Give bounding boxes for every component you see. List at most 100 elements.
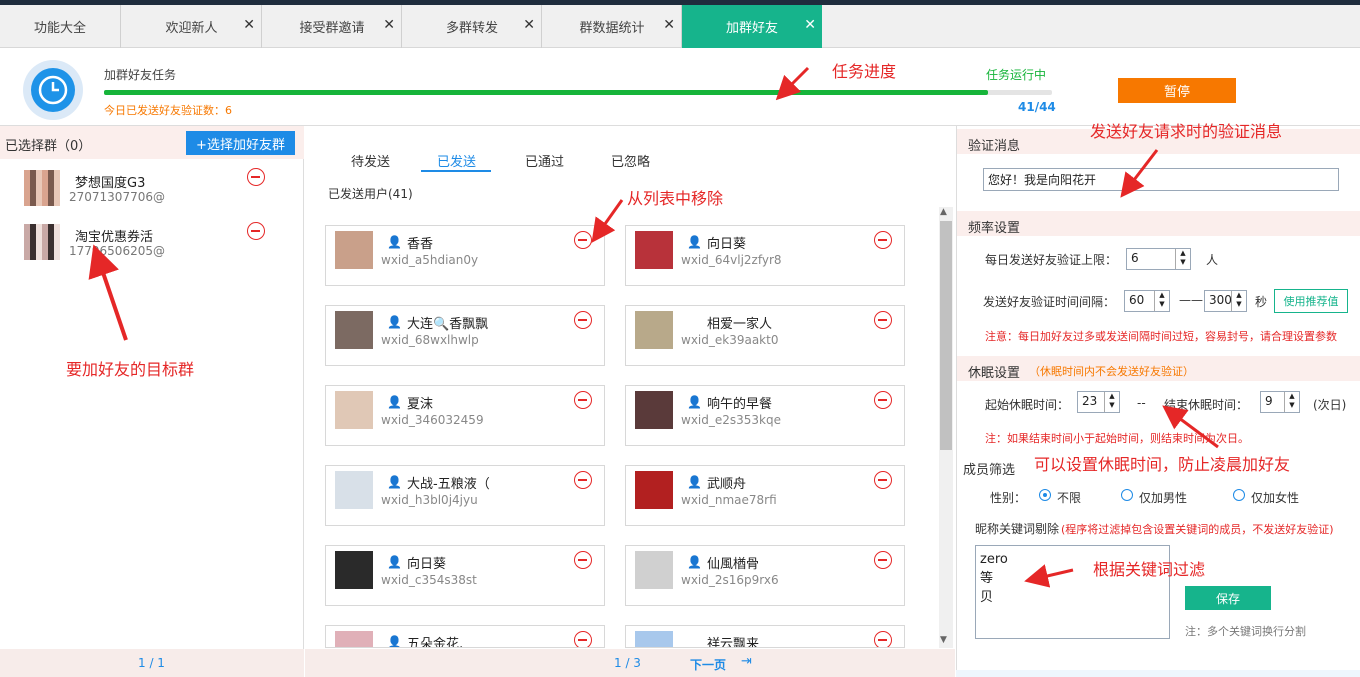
user-card[interactable]: 👤 香香 wxid_a5hdian0y bbox=[325, 225, 605, 286]
user-card[interactable]: 👤 夏沫 wxid_346032459 bbox=[325, 385, 605, 446]
sleep-title: 休眠设置 bbox=[968, 366, 1021, 381]
remove-user-icon[interactable] bbox=[874, 231, 892, 249]
tab-ignored[interactable]: 已忽略 bbox=[611, 151, 650, 170]
user-card[interactable]: 👤 武顺舟 wxid_nmae78rfi bbox=[625, 465, 905, 526]
save-button[interactable]: 保存 bbox=[1185, 586, 1271, 610]
user-card[interactable]: 👤 向日葵 wxid_c354s38st bbox=[325, 545, 605, 606]
user-wxid: wxid_346032459 bbox=[381, 413, 484, 427]
progress-text: 41/44 bbox=[1018, 100, 1056, 114]
group-item[interactable]: 淘宝优惠券活 17796506205@ bbox=[0, 222, 304, 274]
stepper-arrows-icon[interactable]: ▲ ▼ bbox=[1154, 291, 1169, 311]
tab-group-stats[interactable]: 群数据统计 ✕ bbox=[543, 5, 682, 48]
user-card[interactable]: 👤 仙風楢骨 wxid_2s16p9rx6 bbox=[625, 545, 905, 606]
next-page-link[interactable]: 下一页 bbox=[690, 656, 726, 673]
remove-user-icon[interactable] bbox=[874, 471, 892, 489]
close-icon[interactable]: ✕ bbox=[383, 17, 395, 33]
gender-male-label: 仅加男性 bbox=[1139, 491, 1188, 505]
stepper-arrows-icon[interactable]: ▲ ▼ bbox=[1104, 392, 1119, 412]
tab-label: 加群好友 bbox=[725, 21, 778, 36]
remove-user-icon[interactable] bbox=[574, 231, 592, 249]
user-card[interactable]: 相爱一家人 wxid_ek39aakt0 bbox=[625, 305, 905, 366]
tab-label: 接受群邀请 bbox=[299, 21, 365, 36]
user-card[interactable]: 👤 向日葵 wxid_64vlj2zfyr8 bbox=[625, 225, 905, 286]
user-wxid: wxid_c354s38st bbox=[381, 573, 477, 587]
sleep-end-stepper[interactable]: 9 ▲ ▼ bbox=[1260, 391, 1300, 413]
tab-add-group-friends[interactable]: 加群好友 ✕ bbox=[682, 5, 822, 48]
pause-button[interactable]: 暂停 bbox=[1118, 78, 1236, 103]
use-recommended-button[interactable]: 使用推荐值 bbox=[1274, 289, 1348, 313]
daily-limit-stepper[interactable]: 6 ▲ ▼ bbox=[1126, 248, 1191, 270]
female-icon: 👤 bbox=[387, 395, 402, 409]
gender-female-label: 仅加女性 bbox=[1251, 491, 1300, 505]
user-avatar bbox=[635, 231, 673, 269]
stepper-arrows-icon[interactable]: ▲ ▼ bbox=[1284, 392, 1299, 412]
next-day-label: (次日) bbox=[1313, 398, 1347, 412]
remove-group-icon[interactable] bbox=[247, 168, 265, 186]
remove-user-icon[interactable] bbox=[874, 631, 892, 647]
remove-user-icon[interactable] bbox=[874, 551, 892, 569]
annotation-verify: 发送好友请求时的验证消息 bbox=[1090, 122, 1283, 141]
tab-accept-invite[interactable]: 接受群邀请 ✕ bbox=[263, 5, 402, 48]
verify-message-input[interactable]: 您好！我是向阳花开 bbox=[983, 168, 1339, 191]
sleep-start-value: 23 bbox=[1082, 394, 1098, 408]
remove-user-icon[interactable] bbox=[874, 391, 892, 409]
remove-user-icon[interactable] bbox=[574, 631, 592, 647]
sleep-start-stepper[interactable]: 23 ▲ ▼ bbox=[1077, 391, 1120, 413]
remove-user-icon[interactable] bbox=[574, 391, 592, 409]
user-name: 武顺舟 bbox=[707, 477, 747, 492]
female-icon: 👤 bbox=[387, 235, 402, 249]
sleep-note: 注：如果结束时间小于起始时间，则结束时间为次日。 bbox=[985, 432, 1249, 445]
task-title: 加群好友任务 bbox=[104, 68, 177, 82]
user-avatar bbox=[335, 471, 373, 509]
tab-all-features[interactable]: 功能大全 bbox=[0, 5, 121, 48]
user-card[interactable]: 👤 大战-五粮液（ wxid_h3bl0j4jyu bbox=[325, 465, 605, 526]
keyword-line: 贝 bbox=[980, 590, 994, 605]
user-card[interactable]: 👤 大连🔍香飘飘 wxid_68wxlhwlp bbox=[325, 305, 605, 366]
female-icon: 👤 bbox=[687, 395, 702, 409]
user-avatar bbox=[335, 311, 373, 349]
group-item[interactable]: 梦想国度G3 27071307706@ bbox=[0, 168, 304, 220]
user-name: 响午的早餐 bbox=[707, 397, 773, 412]
close-icon[interactable]: ✕ bbox=[804, 17, 816, 33]
close-icon[interactable]: ✕ bbox=[523, 17, 535, 33]
interval-min-stepper[interactable]: 60 ▲ ▼ bbox=[1124, 290, 1170, 312]
close-icon[interactable]: ✕ bbox=[663, 17, 675, 33]
tab-label: 欢迎新人 bbox=[165, 21, 218, 36]
gender-any-radio[interactable] bbox=[1039, 489, 1051, 501]
gender-label: 性别： bbox=[990, 491, 1027, 505]
tab-sent[interactable]: 已发送 bbox=[437, 151, 476, 170]
remove-group-icon[interactable] bbox=[247, 222, 265, 240]
group-page-number: 1 / 1 bbox=[138, 656, 165, 670]
task-progress-bar bbox=[104, 90, 1052, 95]
select-group-button[interactable]: +选择加好友群 bbox=[186, 131, 295, 155]
sleep-end-label: 结束休眠时间： bbox=[1164, 398, 1249, 412]
female-icon: 👤 bbox=[387, 635, 402, 648]
tab-multi-forward[interactable]: 多群转发 ✕ bbox=[403, 5, 542, 48]
interval-max-stepper[interactable]: 300 ▲ ▼ bbox=[1204, 290, 1247, 312]
scroll-down-icon[interactable]: ▼ bbox=[940, 635, 947, 645]
tab-welcome[interactable]: 欢迎新人 ✕ bbox=[122, 5, 262, 48]
user-card[interactable]: 祥云飘来 bbox=[625, 625, 905, 648]
group-name: 梦想国度G3 bbox=[75, 176, 146, 191]
user-card[interactable]: 👤 响午的早餐 wxid_e2s353kqe bbox=[625, 385, 905, 446]
remove-user-icon[interactable] bbox=[574, 551, 592, 569]
stepper-arrows-icon[interactable]: ▲ ▼ bbox=[1175, 249, 1190, 269]
keyword-note: 注：多个关键词换行分割 bbox=[1185, 625, 1306, 638]
frequency-section-header: 频率设置 bbox=[957, 211, 1360, 236]
annotation-sleep: 可以设置休眠时间，防止凌晨加好友 bbox=[1034, 455, 1291, 474]
stepper-arrows-icon[interactable]: ▲ ▼ bbox=[1231, 291, 1246, 311]
user-card[interactable]: 👤 五朵金花, bbox=[325, 625, 605, 648]
gender-female-radio[interactable] bbox=[1233, 489, 1245, 501]
scroll-up-icon[interactable]: ▲ bbox=[940, 207, 947, 217]
tab-passed[interactable]: 已通过 bbox=[525, 151, 564, 170]
user-avatar bbox=[635, 311, 673, 349]
scrollbar-thumb[interactable] bbox=[940, 221, 952, 450]
remove-user-icon[interactable] bbox=[874, 311, 892, 329]
tab-pending[interactable]: 待发送 bbox=[351, 151, 390, 170]
gender-male-radio[interactable] bbox=[1121, 489, 1133, 501]
remove-user-icon[interactable] bbox=[574, 311, 592, 329]
last-page-icon[interactable]: ⇥ bbox=[741, 654, 752, 669]
remove-user-icon[interactable] bbox=[574, 471, 592, 489]
user-avatar bbox=[335, 231, 373, 269]
close-icon[interactable]: ✕ bbox=[243, 17, 255, 33]
